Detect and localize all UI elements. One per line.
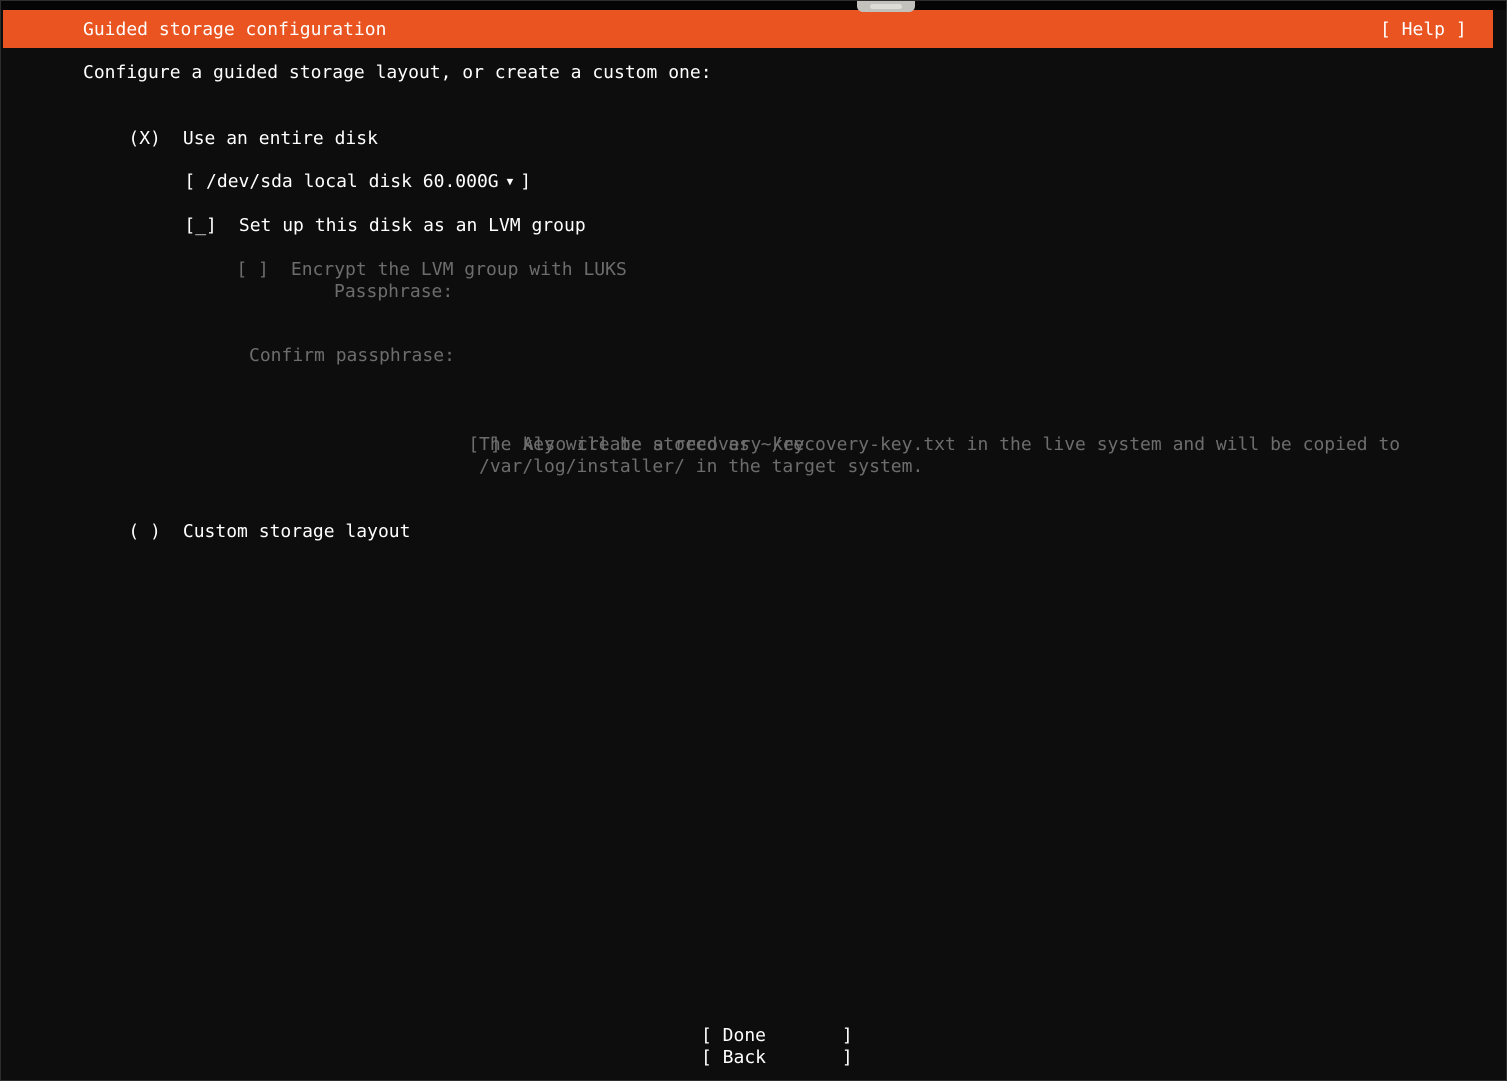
drag-handle-icon xyxy=(870,4,902,9)
radio-label: Custom storage layout xyxy=(182,521,411,542)
dropdown-close-bracket: ] xyxy=(520,171,532,192)
checkbox-recovery-key: [ ] Also create a recovery key xyxy=(425,412,804,455)
checkbox-label: Encrypt the LVM group with LUKS xyxy=(290,259,627,280)
dropdown-open-bracket: [ xyxy=(184,171,207,192)
checkbox-luks-encrypt: [ ] Encrypt the LVM group with LUKS xyxy=(193,237,626,280)
radio-label: Use an entire disk xyxy=(182,128,378,149)
recovery-key-description-line1: The key will be stored as ~/recovery-key… xyxy=(479,434,1401,455)
chevron-down-icon: ▼ xyxy=(506,175,514,188)
intro-text: Configure a guided storage layout, or cr… xyxy=(83,62,712,83)
header-bar: Guided storage configuration [ Help ] xyxy=(3,10,1493,48)
checkbox-lvm-group[interactable]: [_] Set up this disk as an LVM group xyxy=(141,193,585,236)
disk-selector-value: /dev/sda local disk 60.000G xyxy=(206,171,499,192)
done-button[interactable]: [ Done ] xyxy=(701,1025,853,1047)
help-button[interactable]: [ Help ] xyxy=(1380,10,1467,48)
disk-selector-dropdown[interactable]: [ /dev/sda local disk 60.000G ▼] xyxy=(141,149,531,192)
confirm-passphrase-label: Confirm passphrase: xyxy=(249,345,455,366)
radio-state-icon: (X) xyxy=(128,128,161,149)
checkbox-state-icon: [_] xyxy=(184,215,217,236)
viewer-overlay-tab[interactable] xyxy=(857,1,915,12)
top-strip xyxy=(1,1,1506,10)
radio-state-icon: ( ) xyxy=(128,521,161,542)
checkbox-label: Set up this disk as an LVM group xyxy=(238,215,586,236)
back-button[interactable]: [ Back ] xyxy=(701,1047,853,1069)
installer-screen: Guided storage configuration [ Help ] Co… xyxy=(0,0,1507,1081)
checkbox-state-icon: [ ] xyxy=(236,259,269,280)
radio-custom-storage-layout[interactable]: ( ) Custom storage layout xyxy=(85,499,410,542)
passphrase-label: Passphrase: xyxy=(334,281,454,302)
page-title: Guided storage configuration xyxy=(83,18,387,40)
radio-use-entire-disk[interactable]: (X) Use an entire disk xyxy=(85,106,378,149)
recovery-key-description-line2: /var/log/installer/ in the target system… xyxy=(479,456,924,477)
